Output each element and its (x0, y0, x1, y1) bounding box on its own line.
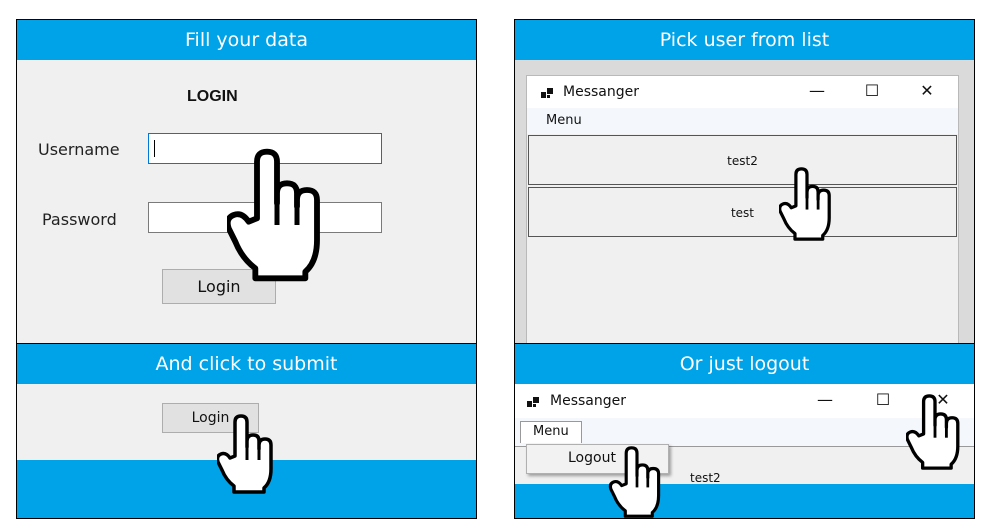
panel-header: Or just logout (515, 344, 974, 384)
user-list-item-test[interactable]: test (528, 187, 957, 237)
panel-pick-user: Pick user from list Messanger — ☐ ✕ Menu… (514, 19, 975, 345)
panel-fill-data: Fill your data LOGIN Username Password L… (16, 19, 477, 345)
panel-logout: Or just logout Messanger — ☐ ✕ Menu test… (514, 343, 975, 519)
maximize-button[interactable]: ☐ (868, 390, 898, 409)
hand-pointer-icon (217, 414, 277, 494)
password-label: Password (42, 210, 117, 229)
text-caret (154, 140, 155, 157)
panel-click-submit: And click to submit Login (16, 343, 477, 519)
app-icon (541, 87, 553, 99)
panel-header: Fill your data (17, 20, 476, 60)
minimize-button[interactable]: — (802, 81, 832, 100)
window-title: Messanger (563, 84, 639, 100)
window-titlebar[interactable]: Messanger — ☐ ✕ (527, 76, 958, 108)
hand-pointer-icon (227, 145, 327, 285)
app-icon (527, 396, 539, 408)
messanger-window: Messanger — ☐ ✕ Menu test2 test (526, 75, 959, 344)
menu-item-menu[interactable]: Menu (520, 421, 582, 443)
panel-footer-band (515, 484, 974, 518)
close-button[interactable]: ✕ (912, 81, 942, 100)
menu-bar: Menu (527, 108, 958, 134)
minimize-button[interactable]: — (810, 390, 840, 409)
hand-pointer-icon (906, 394, 964, 470)
user-list-item-test2[interactable]: test2 (528, 135, 957, 185)
maximize-button[interactable]: ☐ (857, 81, 887, 100)
menu-item-menu[interactable]: Menu (546, 113, 582, 128)
login-title: LOGIN (187, 88, 238, 105)
window-title: Messanger (550, 393, 626, 409)
hand-pointer-icon (779, 167, 835, 241)
panel-header: Pick user from list (515, 20, 974, 60)
panel-header: And click to submit (17, 344, 476, 384)
hand-pointer-icon (607, 446, 667, 518)
list-item[interactable]: test2 (690, 471, 721, 485)
username-label: Username (38, 140, 120, 159)
